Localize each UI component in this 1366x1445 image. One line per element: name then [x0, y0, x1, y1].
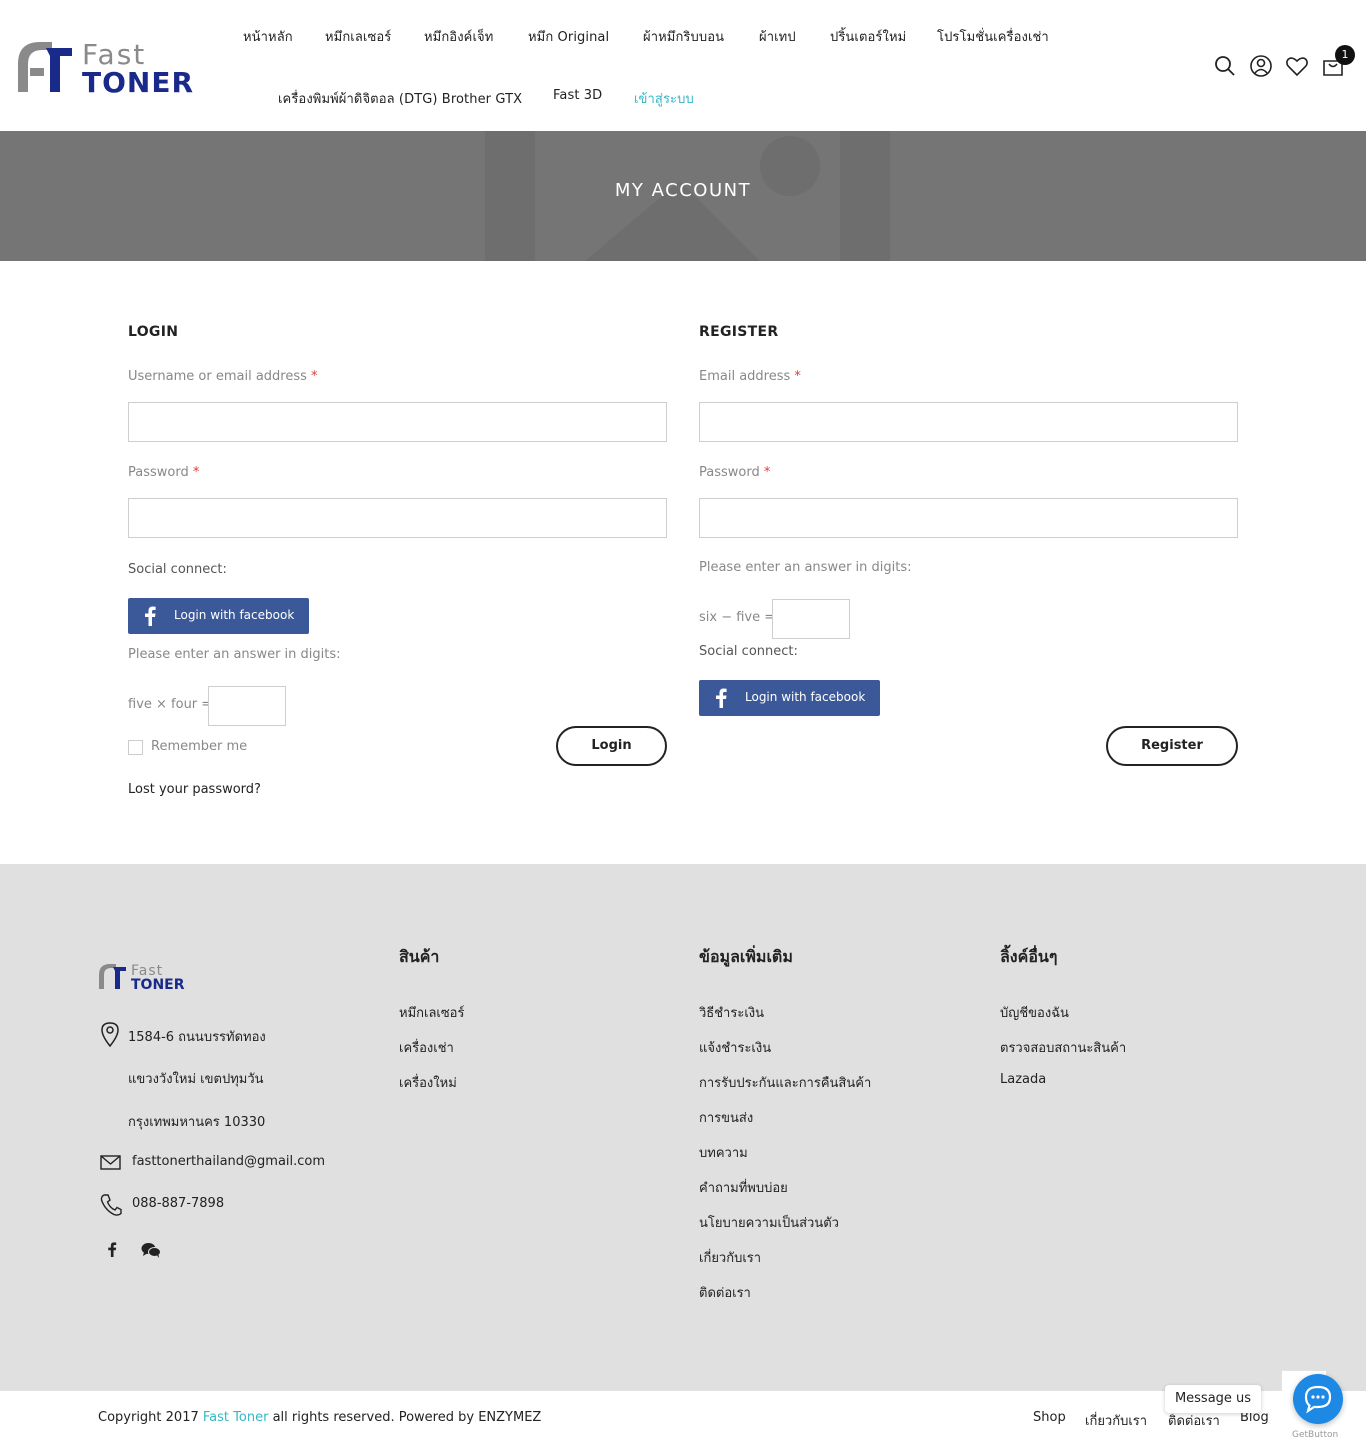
copyright-brand-link[interactable]: Fast Toner	[203, 1410, 269, 1425]
lost-password-link[interactable]: Lost your password?	[128, 782, 261, 797]
nav-tape[interactable]: ผ้าเทป	[759, 26, 796, 47]
footer-link-order-status[interactable]: ตรวจสอบสถานะสินค้า	[1000, 1037, 1126, 1058]
username-label: Username or email address *	[128, 369, 318, 384]
login-captcha-question: five × four =	[128, 697, 213, 712]
footer-col-other-title: ลิ้งค์อื่นๆ	[1000, 947, 1058, 966]
nav-inkjet[interactable]: หมึกอิงค์เจ็ท	[424, 26, 493, 47]
location-pin-icon	[100, 1021, 120, 1051]
nav-dtg-printer[interactable]: เครื่องพิมพ์ผ้าดิจิตอล (DTG) Brother GTX	[278, 88, 522, 109]
login-password-label: Password *	[128, 465, 200, 480]
register-captcha-prompt: Please enter an answer in digits:	[699, 560, 912, 575]
copyright-text: Copyright 2017 Fast Toner all rights res…	[98, 1410, 542, 1425]
chat-bubble-label[interactable]: Message us	[1165, 1385, 1261, 1413]
footer-link-new-machine[interactable]: เครื่องใหม่	[399, 1072, 457, 1093]
facebook-icon[interactable]	[107, 1242, 117, 1261]
footer-col-products-title: สินค้า	[399, 947, 440, 966]
footer-email[interactable]: fasttonerthailand@gmail.com	[132, 1154, 325, 1169]
footer-logo[interactable]: Fast TONER	[98, 960, 196, 996]
login-button[interactable]: Login	[556, 726, 667, 766]
footer-link-rental[interactable]: เครื่องเช่า	[399, 1037, 454, 1058]
site-header: Fast TONER หน้าหลัก หมึกเลเซอร์ หมึกอิงค…	[0, 0, 1366, 131]
register-facebook-button[interactable]: Login with facebook	[699, 680, 880, 716]
bottom-link-shop[interactable]: Shop	[1033, 1410, 1066, 1425]
remember-me-checkbox[interactable]	[128, 740, 143, 755]
footer-link-payment-method[interactable]: วิธีชำระเงิน	[699, 1002, 764, 1023]
address-line-3: กรุงเทพมหานคร 10330	[128, 1115, 266, 1130]
login-password-input[interactable]	[128, 498, 667, 538]
bottom-bar: Copyright 2017 Fast Toner all rights res…	[0, 1391, 1366, 1445]
login-facebook-label: Login with facebook	[174, 608, 295, 622]
register-password-input[interactable]	[699, 498, 1238, 538]
heart-icon[interactable]	[1285, 54, 1309, 78]
site-footer: Fast TONER 1584-6 ถนนบรรทัดทอง แขวงวังให…	[0, 864, 1366, 1391]
user-icon[interactable]	[1249, 54, 1273, 78]
login-captcha-input[interactable]	[208, 686, 286, 726]
register-facebook-label: Login with facebook	[745, 690, 866, 704]
login-social-label: Social connect:	[128, 562, 227, 577]
register-password-label: Password *	[699, 465, 771, 480]
facebook-icon	[716, 688, 727, 708]
page-banner: MY ACCOUNT	[0, 131, 1366, 261]
nav-fast-3d[interactable]: Fast 3D	[553, 88, 602, 103]
register-heading: REGISTER	[699, 324, 779, 340]
nav-ribbon[interactable]: ผ้าหมึกริบบอน	[643, 26, 724, 47]
username-input[interactable]	[128, 402, 667, 442]
footer-link-lazada[interactable]: Lazada	[1000, 1072, 1046, 1087]
bottom-link-about[interactable]: เกี่ยวกับเรา	[1085, 1410, 1147, 1431]
page-title: MY ACCOUNT	[614, 180, 752, 201]
nav-new-printer[interactable]: ปริ้นเตอร์ใหม่	[830, 26, 906, 47]
register-captcha-input[interactable]	[772, 599, 850, 639]
address-line-2: แขวงวังใหม่ เขตปทุมวัน	[128, 1072, 264, 1087]
phone-icon	[100, 1193, 122, 1221]
register-social-label: Social connect:	[699, 644, 798, 659]
footer-link-faq[interactable]: คำถามที่พบบ่อย	[699, 1177, 788, 1198]
site-logo[interactable]: Fast TONER	[16, 34, 212, 99]
wechat-icon[interactable]	[141, 1242, 161, 1262]
footer-link-warranty[interactable]: การรับประกันและการคืนสินค้า	[699, 1072, 871, 1093]
nav-original-ink[interactable]: หมึก Original	[528, 26, 609, 47]
nav-login[interactable]: เข้าสู่ระบบ	[634, 88, 694, 109]
footer-link-shipping[interactable]: การขนส่ง	[699, 1107, 753, 1128]
footer-logo-line2: TONER	[131, 977, 185, 992]
facebook-icon	[145, 606, 156, 626]
login-captcha-prompt: Please enter an answer in digits:	[128, 647, 341, 662]
footer-link-articles[interactable]: บทความ	[699, 1142, 748, 1163]
footer-col-info-title: ข้อมูลเพิ่มเติม	[699, 947, 793, 966]
footer-link-laser-toner[interactable]: หมึกเลเซอร์	[399, 1002, 464, 1023]
email-label: Email address *	[699, 369, 801, 384]
login-facebook-button[interactable]: Login with facebook	[128, 598, 309, 634]
footer-link-my-account[interactable]: บัญชีของฉัน	[1000, 1002, 1069, 1023]
login-heading: LOGIN	[128, 324, 179, 340]
footer-link-contact[interactable]: ติดต่อเรา	[699, 1282, 751, 1303]
footer-link-privacy[interactable]: นโยบายความเป็นส่วนตัว	[699, 1212, 839, 1233]
remember-me-label: Remember me	[151, 739, 248, 754]
nav-rental-promo[interactable]: โปรโมชั่นเครื่องเช่า	[937, 26, 1049, 47]
address-line-1: 1584-6 ถนนบรรทัดทอง	[128, 1030, 266, 1045]
bottom-link-contact[interactable]: ติดต่อเรา	[1168, 1410, 1220, 1431]
chat-launcher-button[interactable]	[1293, 1374, 1343, 1424]
chat-icon	[1304, 1385, 1332, 1414]
nav-laser-toner[interactable]: หมึกเลเซอร์	[325, 26, 391, 47]
footer-link-about[interactable]: เกี่ยวกับเรา	[699, 1247, 761, 1268]
nav-home[interactable]: หน้าหลัก	[243, 26, 293, 47]
register-button[interactable]: Register	[1106, 726, 1238, 766]
cart-count-badge: 1	[1335, 45, 1355, 65]
search-icon[interactable]	[1213, 54, 1237, 78]
register-email-input[interactable]	[699, 402, 1238, 442]
register-captcha-question: six − five =	[699, 610, 776, 625]
getbutton-credit[interactable]: GetButton	[1292, 1430, 1338, 1440]
mail-icon	[100, 1155, 121, 1174]
footer-link-payment-notify[interactable]: แจ้งชำระเงิน	[699, 1037, 771, 1058]
footer-phone[interactable]: 088-887-7898	[132, 1196, 224, 1211]
logo-line2: TONER	[82, 66, 194, 98]
